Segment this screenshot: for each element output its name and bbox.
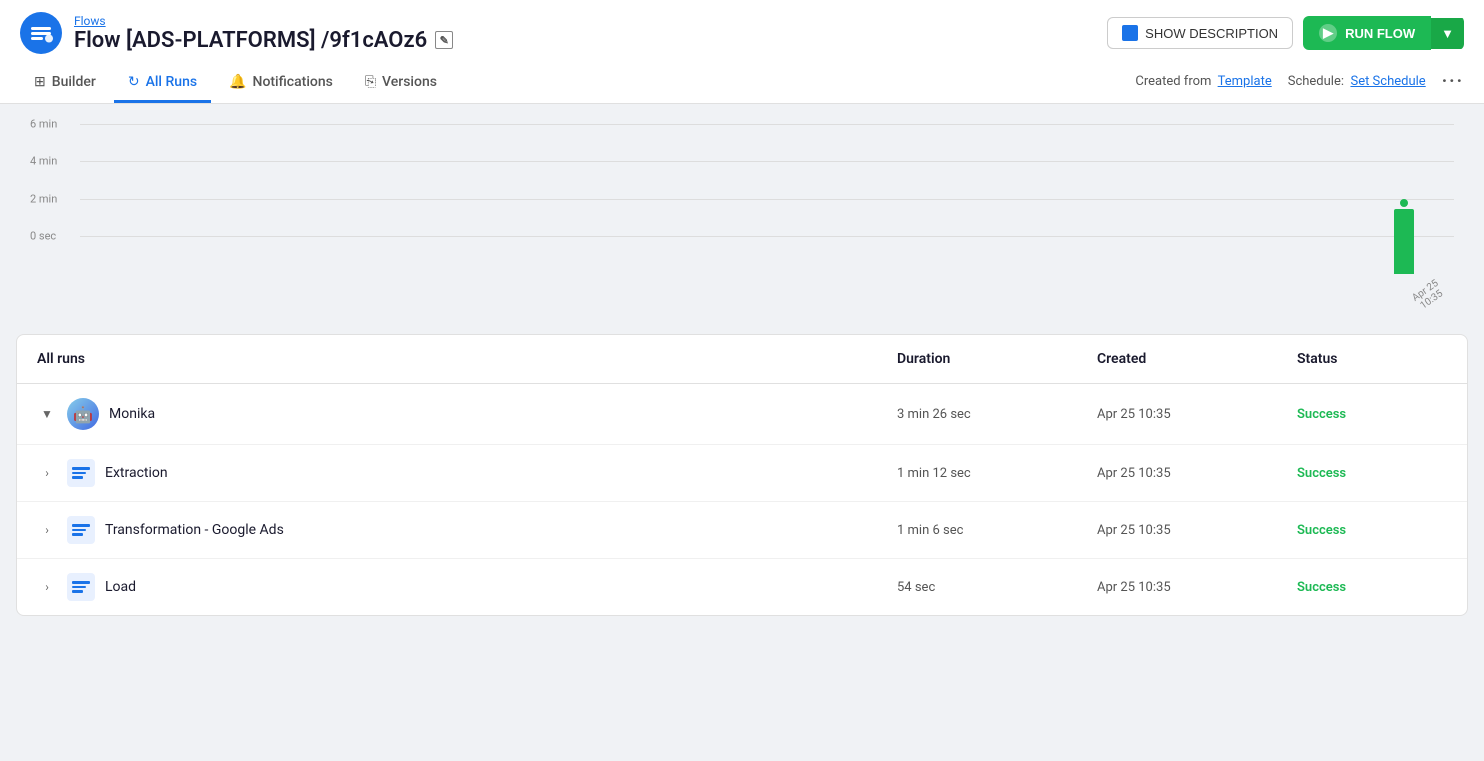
chart-bar-area — [80, 124, 1454, 274]
title-group: Flows Flow [ADS-PLATFORMS] /9f1cAOz6 ✎ — [74, 14, 453, 53]
table-row: ▼ 🤖 Monika 3 min 26 sec Apr 25 10:35 Suc… — [17, 384, 1467, 445]
logo — [20, 12, 62, 54]
expand-transformation-button[interactable]: › — [37, 523, 57, 537]
row-name-transformation: Transformation - Google Ads — [105, 522, 284, 538]
versions-icon: ⎘ — [365, 74, 376, 90]
chart-container: 6 min 4 min 2 min 0 sec Apr 2510:35 — [30, 124, 1454, 304]
row-left-extraction: › Extraction — [37, 459, 897, 487]
status-load: Success — [1297, 580, 1447, 595]
step-icon-load — [67, 573, 95, 601]
tabs-left: ⊞ Builder ↻ All Runs 🔔 Notifications ⎘ V… — [20, 64, 451, 103]
created-monika: Apr 25 10:35 — [1097, 407, 1297, 422]
expand-monika-button[interactable]: ▼ — [37, 407, 57, 421]
expand-extraction-button[interactable]: › — [37, 466, 57, 480]
expand-load-button[interactable]: › — [37, 580, 57, 594]
more-options-button[interactable]: ··· — [1442, 71, 1464, 92]
x-label: Apr 2510:35 — [1405, 278, 1434, 300]
run-flow-button[interactable]: ▶ RUN FLOW ▼ — [1303, 16, 1464, 50]
tabs-right: Created from Template Schedule: Set Sche… — [1135, 71, 1464, 96]
tab-builder[interactable]: ⊞ Builder — [20, 64, 110, 103]
breadcrumb[interactable]: Flows — [74, 14, 453, 28]
duration-transformation: 1 min 6 sec — [897, 523, 1097, 538]
y-label-6min: 6 min — [30, 118, 57, 131]
duration-load: 54 sec — [897, 580, 1097, 595]
tabs-bar: ⊞ Builder ↻ All Runs 🔔 Notifications ⎘ V… — [20, 64, 1464, 103]
bar-fill — [1394, 209, 1414, 274]
row-name-extraction: Extraction — [105, 465, 168, 481]
row-left-load: › Load — [37, 573, 897, 601]
col-header-status: Status — [1297, 351, 1447, 367]
edit-icon[interactable]: ✎ — [435, 31, 453, 49]
tab-versions[interactable]: ⎘ Versions — [351, 64, 451, 103]
created-extraction: Apr 25 10:35 — [1097, 466, 1297, 481]
table-header: All runs Duration Created Status — [17, 335, 1467, 384]
avatar-monika: 🤖 — [67, 398, 99, 430]
row-name-monika: Monika — [109, 406, 155, 422]
status-extraction: Success — [1297, 466, 1447, 481]
show-description-button[interactable]: SHOW DESCRIPTION — [1107, 17, 1293, 49]
page-title: Flow [ADS-PLATFORMS] /9f1cAOz6 ✎ — [74, 28, 453, 53]
notifications-icon: 🔔 — [229, 74, 246, 90]
step-icon-transformation — [67, 516, 95, 544]
y-label-0sec: 0 sec — [30, 230, 56, 243]
header-left: Flows Flow [ADS-PLATFORMS] /9f1cAOz6 ✎ — [20, 12, 453, 54]
all-runs-icon: ↻ — [128, 74, 140, 90]
chart-area: 6 min 4 min 2 min 0 sec Apr 2510:35 — [0, 104, 1484, 334]
builder-icon: ⊞ — [34, 74, 46, 90]
play-icon: ▶ — [1319, 24, 1337, 42]
header-actions: SHOW DESCRIPTION ▶ RUN FLOW ▼ — [1107, 16, 1464, 50]
y-label-4min: 4 min — [30, 155, 57, 168]
col-header-created: Created — [1097, 351, 1297, 367]
tab-notifications[interactable]: 🔔 Notifications — [215, 64, 347, 103]
col-header-duration: Duration — [897, 351, 1097, 367]
bar-item — [1394, 199, 1414, 274]
run-flow-main[interactable]: ▶ RUN FLOW — [1303, 16, 1431, 50]
set-schedule-link[interactable]: Set Schedule — [1350, 74, 1425, 89]
runs-table: All runs Duration Created Status ▼ 🤖 Mon… — [16, 334, 1468, 616]
bar-dot — [1400, 199, 1408, 207]
table-row: › Extraction 1 min 12 sec Apr 25 10:35 S… — [17, 445, 1467, 502]
created-load: Apr 25 10:35 — [1097, 580, 1297, 595]
row-left-transformation: › Transformation - Google Ads — [37, 516, 897, 544]
template-link[interactable]: Template — [1218, 74, 1272, 89]
status-monika: Success — [1297, 407, 1447, 422]
duration-extraction: 1 min 12 sec — [897, 466, 1097, 481]
header-top: Flows Flow [ADS-PLATFORMS] /9f1cAOz6 ✎ S… — [20, 12, 1464, 64]
col-header-runs: All runs — [37, 351, 897, 367]
run-flow-caret[interactable]: ▼ — [1431, 18, 1464, 49]
created-transformation: Apr 25 10:35 — [1097, 523, 1297, 538]
duration-monika: 3 min 26 sec — [897, 407, 1097, 422]
description-icon — [1122, 25, 1138, 41]
row-left-monika: ▼ 🤖 Monika — [37, 398, 897, 430]
step-icon-extraction — [67, 459, 95, 487]
table-row: › Load 54 sec Apr 25 10:35 Success — [17, 559, 1467, 615]
row-name-load: Load — [105, 579, 136, 595]
tab-all-runs[interactable]: ↻ All Runs — [114, 64, 211, 103]
y-label-2min: 2 min — [30, 193, 57, 206]
header: Flows Flow [ADS-PLATFORMS] /9f1cAOz6 ✎ S… — [0, 0, 1484, 104]
table-row: › Transformation - Google Ads 1 min 6 se… — [17, 502, 1467, 559]
status-transformation: Success — [1297, 523, 1447, 538]
